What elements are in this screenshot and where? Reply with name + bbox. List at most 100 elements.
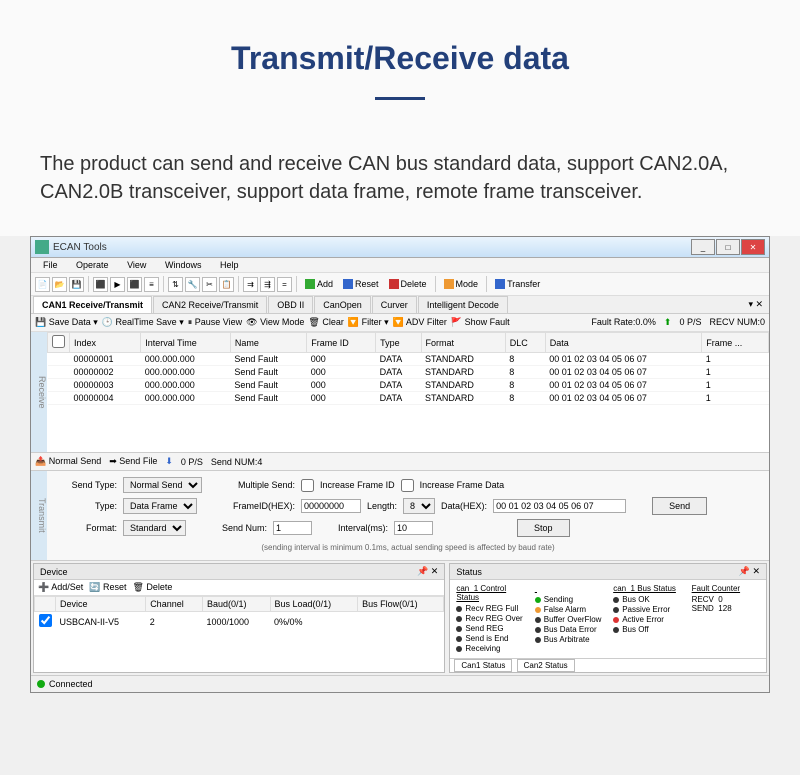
type-label: Type: [57, 501, 117, 511]
sub-toolbar: 💾 Save Data ▾ 🕒 RealTime Save ▾ ⏸ Pause … [31, 314, 769, 332]
inc-frame-id-checkbox[interactable] [301, 479, 314, 492]
normal-send-button[interactable]: 📤 Normal Send [35, 456, 101, 467]
col-dlc[interactable]: DLC [505, 333, 545, 353]
device-panel-pin-icon[interactable]: 📌 ✕ [417, 566, 438, 577]
new-icon[interactable]: 📄 [35, 277, 50, 292]
type-select[interactable]: Data Frame [123, 498, 197, 514]
interval-input[interactable] [394, 521, 433, 535]
devcol-baud[interactable]: Baud(0/1) [203, 597, 271, 612]
reset-button[interactable]: Reset [339, 278, 383, 290]
toolbar-icon[interactable]: ⬛ [93, 277, 108, 292]
add-button[interactable]: Add [301, 278, 337, 290]
tab-decode[interactable]: Intelligent Decode [418, 296, 508, 313]
toolbar-icon[interactable]: ≡ [144, 277, 159, 292]
menu-operate[interactable]: Operate [68, 258, 117, 272]
toolbar-icon[interactable]: ⇉ [243, 277, 258, 292]
select-all-checkbox[interactable] [52, 335, 65, 348]
toolbar-icon[interactable]: ▶ [110, 277, 125, 292]
toolbar-icon[interactable]: ⇅ [168, 277, 183, 292]
tab-close-icon[interactable]: ▾ ✕ [742, 296, 769, 313]
devcol-device[interactable]: Device [56, 597, 146, 612]
device-row[interactable]: USBCAN-II-V5 2 1000/1000 0%/0% [35, 612, 444, 632]
status-panel-pin-icon[interactable]: 📌 ✕ [739, 566, 760, 577]
maximize-button[interactable]: □ [716, 239, 740, 255]
device-addset-button[interactable]: ➕ Add/Set [38, 582, 83, 593]
close-button[interactable]: ✕ [741, 239, 765, 255]
adv-filter-button[interactable]: 🔽 ADV Filter [393, 317, 447, 328]
cut-icon[interactable]: ✂ [202, 277, 217, 292]
connection-status: Connected [49, 679, 93, 689]
open-icon[interactable]: 📂 [52, 277, 67, 292]
table-row[interactable]: 00000004000.000.000Send Fault000DATASTAN… [48, 392, 769, 405]
device-delete-button[interactable]: 🗑 Delete [132, 582, 172, 593]
menu-file[interactable]: File [35, 258, 66, 272]
status-tab-can2[interactable]: Can2 Status [517, 659, 575, 672]
inc-frame-data-checkbox[interactable] [401, 479, 414, 492]
toolbar-icon[interactable]: ⇶ [260, 277, 275, 292]
menu-help[interactable]: Help [212, 258, 247, 272]
menu-windows[interactable]: Windows [157, 258, 210, 272]
frame-id-label: FrameID(HEX): [233, 501, 295, 511]
transmit-form: Send Type: Normal Send Multiple Send: In… [47, 471, 769, 560]
col-format[interactable]: Format [421, 333, 505, 353]
fault-counter-header: Fault Counter [692, 584, 760, 593]
toolbar-icon[interactable]: = [277, 277, 292, 292]
toolbar-icon[interactable]: 🔧 [185, 277, 200, 292]
filter-button[interactable]: 🔽 Filter ▾ [348, 317, 389, 328]
devcol-channel[interactable]: Channel [146, 597, 203, 612]
tab-canopen[interactable]: CanOpen [314, 296, 371, 313]
send-button[interactable]: Send [652, 497, 707, 515]
menu-view[interactable]: View [119, 258, 154, 272]
col-name[interactable]: Name [230, 333, 306, 353]
ps-label: 0 P/S [679, 317, 701, 328]
format-select[interactable]: Standard [123, 520, 186, 536]
pause-view-button[interactable]: ⏸ Pause View [188, 317, 242, 328]
table-row[interactable]: 00000001000.000.000Send Fault000DATASTAN… [48, 353, 769, 366]
devcol-busflow[interactable]: Bus Flow(0/1) [358, 597, 444, 612]
titlebar: ECAN Tools _ □ ✕ [31, 237, 769, 258]
connection-dot-icon [37, 680, 45, 688]
save-data-button[interactable]: 💾 Save Data ▾ [35, 317, 98, 328]
table-row[interactable]: 00000003000.000.000Send Fault000DATASTAN… [48, 379, 769, 392]
save-icon[interactable]: 💾 [69, 277, 84, 292]
col-interval[interactable]: Interval Time [141, 333, 231, 353]
window-title: ECAN Tools [53, 242, 690, 253]
send-type-select[interactable]: Normal Send [123, 477, 202, 493]
table-row[interactable]: 00000002000.000.000Send Fault000DATASTAN… [48, 366, 769, 379]
status-tab-can1[interactable]: Can1 Status [454, 659, 512, 672]
col-data[interactable]: Data [545, 333, 701, 353]
device-row-checkbox[interactable] [39, 614, 52, 627]
send-note: (sending interval is minimum 0.1ms, actu… [57, 541, 759, 554]
col-frameid[interactable]: Frame ID [307, 333, 376, 353]
devcol-busload[interactable]: Bus Load(0/1) [270, 597, 358, 612]
frame-id-input[interactable] [301, 499, 361, 513]
tab-can2[interactable]: CAN2 Receive/Transmit [153, 296, 267, 313]
delete-button[interactable]: Delete [385, 278, 431, 290]
bus-status-header: can_1 Bus Status [613, 584, 681, 593]
mode-button[interactable]: Mode [440, 278, 483, 290]
col-index[interactable]: Index [70, 333, 141, 353]
realtime-save-button[interactable]: 🕒 RealTime Save ▾ [102, 317, 184, 328]
toolbar-icon[interactable]: 📋 [219, 277, 234, 292]
length-select[interactable]: 8 [403, 498, 435, 514]
clear-button[interactable]: 🗑 Clear [308, 317, 343, 328]
toolbar-icon[interactable]: ⬛ [127, 277, 142, 292]
device-panel: Device📌 ✕ ➕ Add/Set 🔄 Reset 🗑 Delete Dev… [33, 563, 445, 673]
minimize-button[interactable]: _ [691, 239, 715, 255]
inc-frame-id-label: Increase Frame ID [320, 480, 395, 490]
send-num-input[interactable] [273, 521, 312, 535]
show-fault-button[interactable]: 🚩 Show Fault [451, 317, 510, 328]
receive-grid[interactable]: Index Interval Time Name Frame ID Type F… [47, 332, 769, 452]
tab-curver[interactable]: Curver [372, 296, 417, 313]
device-reset-button[interactable]: 🔄 Reset [89, 582, 126, 593]
tab-obd[interactable]: OBD II [268, 296, 313, 313]
stop-button[interactable]: Stop [517, 519, 570, 537]
col-frame[interactable]: Frame ... [702, 333, 769, 353]
transfer-button[interactable]: Transfer [491, 278, 544, 290]
data-input[interactable] [493, 499, 626, 513]
data-label: Data(HEX): [441, 501, 487, 511]
view-mode-button[interactable]: 👁 View Mode [246, 317, 304, 328]
col-type[interactable]: Type [376, 333, 421, 353]
send-file-button[interactable]: ➡ Send File [109, 456, 157, 467]
tab-can1[interactable]: CAN1 Receive/Transmit [33, 296, 152, 313]
